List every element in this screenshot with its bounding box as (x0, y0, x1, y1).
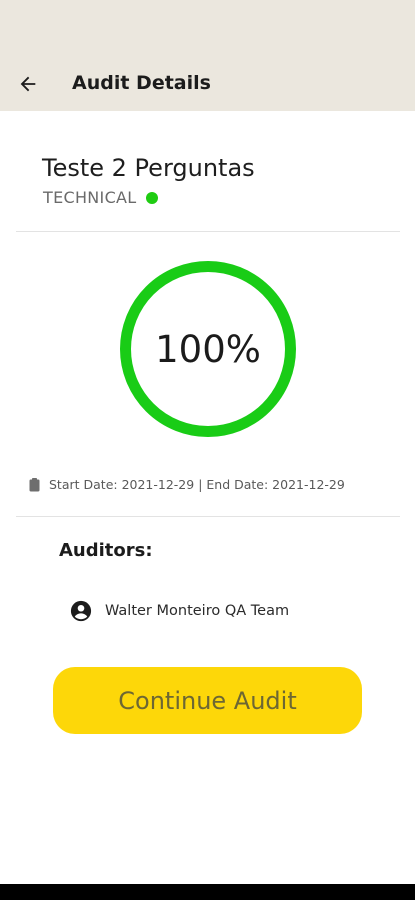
divider (16, 231, 400, 232)
progress-percentage: 100% (155, 327, 261, 371)
audit-dates: Start Date: 2021-12-29 | End Date: 2021-… (29, 477, 345, 492)
audit-type-row: TECHNICAL (43, 188, 158, 207)
progress-ring: 100% (120, 261, 296, 437)
arrow-left-icon (20, 76, 36, 92)
clipboard-icon (29, 477, 40, 491)
account-circle-icon (70, 600, 92, 622)
auditors-heading: Auditors: (59, 540, 153, 561)
audit-title: Teste 2 Perguntas (42, 154, 255, 182)
audit-dates-text: Start Date: 2021-12-29 | End Date: 2021-… (49, 477, 345, 492)
audit-type-label: TECHNICAL (43, 188, 137, 207)
status-dot-icon (145, 191, 158, 204)
divider (16, 516, 400, 517)
continue-audit-button[interactable]: Continue Audit (53, 667, 362, 734)
page-title: Audit Details (72, 72, 211, 94)
app-bar: Audit Details (0, 0, 415, 111)
auditor-item: Walter Monteiro QA Team (70, 600, 289, 622)
system-nav-bar (0, 884, 415, 900)
back-button[interactable] (14, 70, 42, 98)
auditor-name: Walter Monteiro QA Team (105, 603, 290, 619)
